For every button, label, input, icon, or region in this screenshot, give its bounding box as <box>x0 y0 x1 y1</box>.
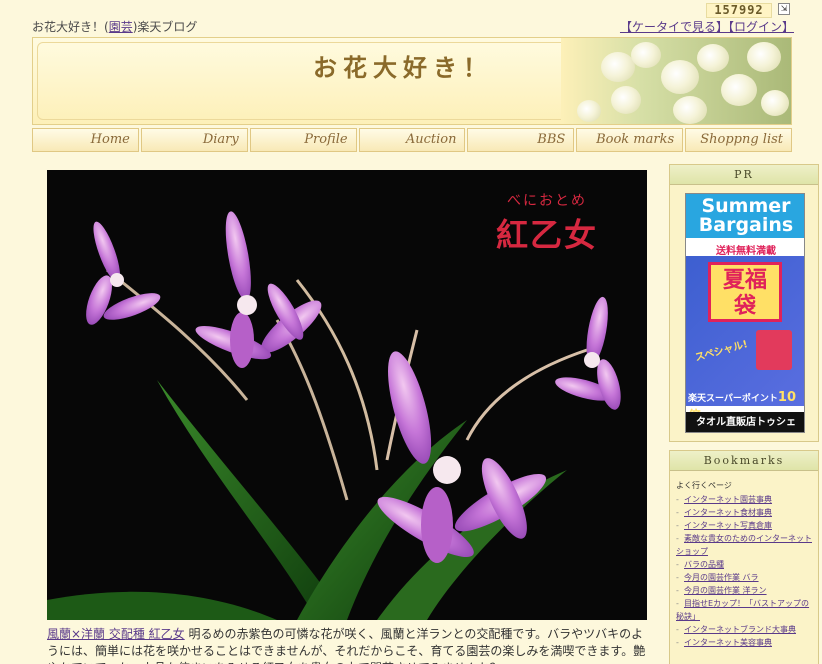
nav-profile[interactable]: Profile <box>249 128 357 152</box>
nav-home[interactable]: Home <box>32 128 139 152</box>
pr-heading: PR <box>670 165 818 185</box>
nav-bookmarks[interactable]: Book marks <box>576 128 684 152</box>
ad-lucky-bag: 夏福 袋 <box>708 262 782 322</box>
roses-image <box>561 38 791 124</box>
bookmark-item[interactable]: インターネット食材事典 <box>676 506 812 519</box>
bookmarks-heading: Bookmarks <box>670 451 818 471</box>
photo-title-kanji: 紅乙女 <box>495 216 598 254</box>
orchid-photo[interactable]: べにおとめ 紅乙女 <box>47 170 647 620</box>
banner-title: お花大好き！ <box>313 53 493 82</box>
bookmark-item[interactable]: インターネット写真倉庫 <box>676 519 812 532</box>
blog-name: お花大好き！ <box>32 20 105 34</box>
counter-settings-icon[interactable]: ⇲ <box>778 3 790 15</box>
photo-caption: 風蘭×洋蘭 交配種 紅乙女 明るめの赤紫色の可憐な花が咲く、風蘭と洋ランとの交配… <box>47 626 647 664</box>
product-link[interactable]: 風蘭×洋蘭 交配種 紅乙女 <box>47 627 185 641</box>
summer-bargains-ad[interactable]: Summer Bargains 送料無料満載 夏福 袋 スペシャル! 楽天スーパ… <box>685 193 805 433</box>
header-links: 【ケータイで見る】【ログイン】 <box>620 18 794 35</box>
ad-shop-name: タオル直販店トゥシェ <box>686 412 804 432</box>
nav-auction[interactable]: Auction <box>358 128 466 152</box>
service-name: 楽天ブログ <box>137 20 198 34</box>
bookmark-item[interactable]: 目指せEカップ！「バストアップの秘訣」 <box>676 597 812 623</box>
main-nav: Home Diary Profile Auction BBS Book mark… <box>32 128 793 152</box>
ad-special: スペシャル! <box>694 339 749 364</box>
bookmarks-box: Bookmarks よく行くページ インターネット園芸事典 インターネット食材事… <box>669 450 819 664</box>
bookmark-item[interactable]: 今月の園芸作業 バラ <box>676 571 812 584</box>
category-link[interactable]: 園芸 <box>109 20 133 34</box>
shopping-bag-icon <box>756 330 792 370</box>
ad-headline: Summer Bargains <box>686 194 804 238</box>
bookmark-item[interactable]: 素敵な貴女のためのインターネットショップ <box>676 532 812 558</box>
blog-breadcrumb: お花大好き！(園芸)楽天ブログ <box>32 20 198 34</box>
photo-title-ruby: べにおとめ <box>507 193 587 209</box>
top-bar: お花大好き！(園芸)楽天ブログ 【ケータイで見る】【ログイン】 <box>32 18 794 36</box>
bookmark-item[interactable]: バラの品種 <box>676 558 812 571</box>
bookmark-item[interactable]: 今月の園芸作業 洋ラン <box>676 584 812 597</box>
photo-title: べにおとめ 紅乙女 <box>477 190 617 256</box>
nav-shopping-list[interactable]: Shoppng list <box>685 128 793 152</box>
mobile-view-link[interactable]: 【ケータイで見る】 <box>620 20 728 34</box>
blog-banner: お花大好き！ <box>32 37 792 125</box>
nav-bbs[interactable]: BBS <box>467 128 575 152</box>
bookmark-item[interactable]: インターネットブランド大事典 <box>676 623 812 636</box>
access-counter: 157992 <box>706 3 772 18</box>
ad-free-shipping: 送料無料満載 <box>716 246 776 257</box>
bookmarks-category: よく行くページ <box>676 481 732 490</box>
bookmark-item[interactable]: インターネット美容事典 <box>676 636 812 649</box>
ad-visual: 夏福 袋 スペシャル! 楽天スーパーポイント10倍 <box>686 256 804 424</box>
pr-box: PR Summer Bargains 送料無料満載 夏福 袋 スペシャル! 楽天… <box>669 164 819 442</box>
bookmarks-list: よく行くページ インターネット園芸事典 インターネット食材事典 インターネット写… <box>670 471 818 649</box>
login-link[interactable]: 【ログイン】 <box>728 20 794 34</box>
bookmark-item[interactable]: インターネット園芸事典 <box>676 493 812 506</box>
nav-diary[interactable]: Diary <box>140 128 248 152</box>
